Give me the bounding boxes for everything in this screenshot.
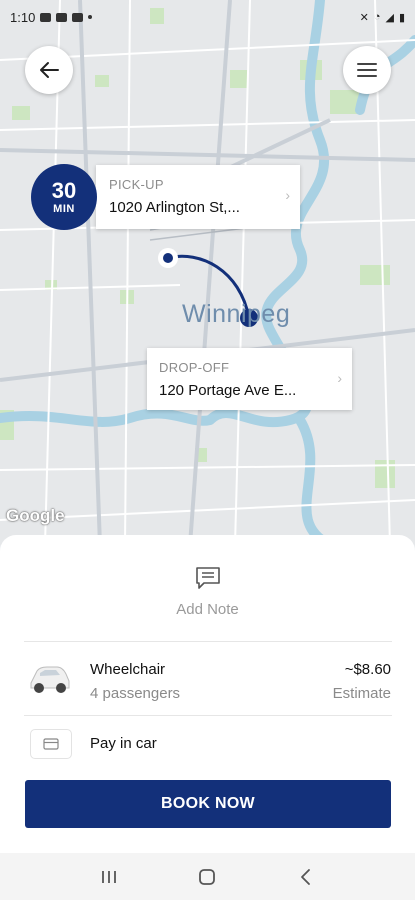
- payment-option[interactable]: Pay in car: [0, 723, 415, 763]
- price-note: Estimate: [332, 685, 391, 702]
- car-icon: [30, 666, 70, 693]
- dropoff-address: 120 Portage Ave E...: [159, 382, 297, 399]
- eta-unit: MIN: [53, 203, 75, 215]
- menu-button[interactable]: [343, 46, 391, 94]
- dropoff-card[interactable]: DROP-OFF 120 Portage Ave E... ›: [147, 348, 352, 410]
- pickup-label: PICK-UP: [109, 177, 164, 192]
- chevron-right-icon: ›: [337, 370, 342, 386]
- card-icon: [30, 729, 72, 759]
- divider: [24, 715, 392, 716]
- dropoff-label: DROP-OFF: [159, 360, 230, 375]
- home-button[interactable]: [187, 862, 227, 892]
- pickup-card[interactable]: PICK-UP 1020 Arlington St,... ›: [96, 165, 300, 229]
- ride-name: Wheelchair: [90, 661, 166, 678]
- battery-icon: ▮: [398, 11, 405, 24]
- book-now-button[interactable]: BOOK NOW: [25, 780, 391, 828]
- status-time: 1:10: [10, 9, 36, 25]
- home-icon: [199, 868, 216, 885]
- menu-icon: [357, 63, 377, 77]
- back-icon: [300, 868, 310, 885]
- city-label: Winnipeg: [182, 300, 291, 328]
- note-icon: [195, 567, 220, 589]
- recents-icon: [102, 870, 117, 883]
- image-icon: [56, 12, 68, 22]
- pickup-address: 1020 Arlington St,...: [109, 199, 240, 216]
- ride-price: ~$8.60: [344, 661, 391, 678]
- status-bar: 1:10 ✕ ◔ ◢ ▮: [0, 0, 415, 34]
- recents-button[interactable]: [89, 862, 129, 892]
- system-nav-bar: [0, 853, 415, 900]
- back-arrow-icon: [40, 62, 59, 78]
- add-note-label: Add Note: [176, 601, 239, 618]
- ride-passengers: 4 passengers: [90, 685, 181, 702]
- chevron-right-icon: ›: [285, 187, 290, 203]
- dot-icon: [88, 15, 93, 19]
- eta-badge: 30 MIN: [31, 164, 97, 230]
- google-logo: Google: [6, 506, 65, 525]
- signal-icon: ◢: [385, 11, 394, 24]
- eta-value: 30: [51, 178, 77, 203]
- mail-icon: [72, 12, 84, 22]
- ride-option[interactable]: Wheelchair 4 passengers ~$8.60 Estimate: [0, 643, 415, 713]
- divider: [24, 641, 392, 642]
- booking-sheet: Add Note Wheelchair 4 passengers ~$8.60 …: [0, 535, 415, 853]
- message-icon: [40, 12, 52, 22]
- payment-label: Pay in car: [90, 735, 157, 752]
- system-back-button[interactable]: [286, 862, 326, 892]
- mute-icon: ✕: [359, 11, 369, 24]
- wifi-icon: ◔: [373, 11, 381, 23]
- add-note-button[interactable]: Add Note: [0, 565, 415, 618]
- map-view[interactable]: Winnipeg PICK-UP 1020 Arlington St,... ›…: [0, 0, 415, 545]
- back-button[interactable]: [25, 46, 73, 94]
